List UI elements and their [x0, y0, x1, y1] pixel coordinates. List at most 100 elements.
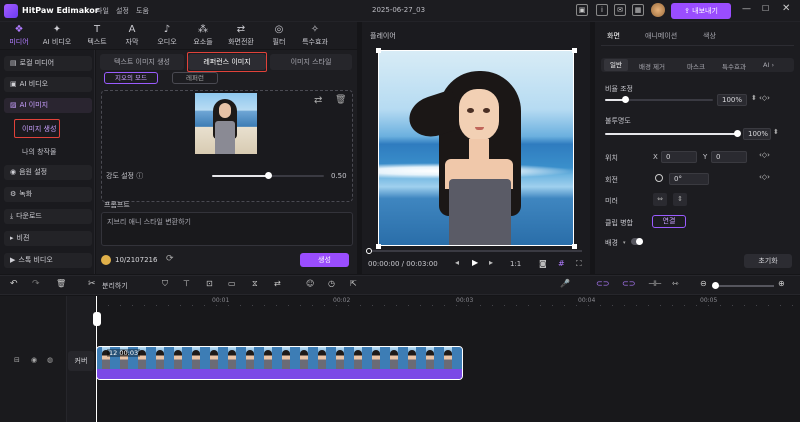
rotate-field[interactable]: 0°	[669, 173, 709, 185]
stepper-icon[interactable]: ⬍	[773, 128, 779, 136]
preview-progress-knob[interactable]	[366, 248, 372, 254]
menu-file[interactable]: 파일	[96, 6, 109, 16]
tool-elements[interactable]: ⁂ 요소들	[186, 22, 220, 49]
shield-icon[interactable]: ⛉	[162, 279, 168, 289]
tab-screen[interactable]: 화면	[607, 31, 620, 41]
mail-icon[interactable]: ✉	[614, 4, 626, 16]
redo-icon[interactable]: ↷	[32, 279, 40, 289]
generate-button[interactable]: 생성	[300, 253, 349, 267]
reset-button[interactable]: 초기화	[744, 254, 792, 268]
text-tool-icon[interactable]: ⊤	[183, 279, 190, 288]
opacity-slider[interactable]	[605, 133, 737, 135]
avatar[interactable]	[651, 3, 665, 17]
mirror-icon[interactable]: ⧖	[252, 279, 258, 289]
prompt-input[interactable]: 지브리 애니 스타일 변환하기	[101, 212, 353, 246]
playhead-handle[interactable]	[93, 312, 101, 326]
tool-effects[interactable]: ✧ 특수효과	[298, 22, 332, 49]
tab-color[interactable]: 색상	[703, 31, 716, 41]
split-label[interactable]: 분리하기	[102, 281, 128, 291]
subtab-ai[interactable]: AI ›	[763, 61, 774, 69]
sidebar-item-ai-image[interactable]: ▨ AI 이미지	[4, 98, 92, 113]
mode-button[interactable]: 지오의 모드	[104, 72, 158, 84]
menu-help[interactable]: 도움	[136, 6, 149, 16]
reverse-icon[interactable]: ⇄	[274, 279, 281, 288]
sidebar-item-stock-video[interactable]: ▶ 스톡 비디오	[4, 253, 92, 268]
keyframe-icon[interactable]: ‹◇›	[759, 173, 770, 181]
resize-handle[interactable]	[376, 48, 381, 53]
crop-icon[interactable]: ⊡	[206, 279, 213, 288]
sidebar-item-local-media[interactable]: ▤ 로컬 미디어	[4, 56, 92, 71]
fit-icon[interactable]: ⇿	[672, 279, 679, 288]
tab-image-style[interactable]: 이미지 스타일	[270, 54, 352, 70]
blend-connect-button[interactable]: 연결	[652, 215, 686, 228]
info-icon[interactable]: i	[596, 4, 608, 16]
opacity-slider-knob[interactable]	[734, 130, 741, 137]
mute-icon[interactable]: ◍	[47, 356, 53, 364]
reference-button[interactable]: 레퍼런	[172, 72, 218, 84]
flip-vertical-icon[interactable]: ⇕	[673, 193, 687, 206]
save-icon[interactable]: ▣	[576, 4, 588, 16]
cover-button[interactable]: 커버	[68, 351, 94, 371]
scale-slider-knob[interactable]	[622, 96, 629, 103]
undo-icon[interactable]: ↶	[10, 279, 18, 289]
export-button[interactable]: ⇪ 내보내기	[671, 3, 731, 19]
reference-drop-area[interactable]: ⇄ 🗑	[101, 90, 353, 202]
lock-icon[interactable]: ⊟	[14, 356, 20, 364]
sidebar-item-download[interactable]: ⤓ 다운로드	[4, 209, 92, 224]
video-clip[interactable]: 12 00:03	[96, 346, 463, 380]
swap-icon[interactable]: ⇄	[314, 95, 322, 106]
refresh-icon[interactable]: ⟳	[166, 254, 174, 264]
grid-icon[interactable]: #	[558, 259, 565, 268]
scale-value-field[interactable]: 100%	[717, 94, 747, 106]
tool-audio[interactable]: ♪ 오디오	[150, 22, 184, 49]
tool-filter[interactable]: ◎ 필터	[262, 22, 296, 49]
tool-media[interactable]: ❖ 미디어	[2, 22, 36, 49]
subtab-bg-remove[interactable]: 배경 제거	[639, 61, 665, 71]
resize-handle[interactable]	[376, 244, 381, 249]
stepper-icon[interactable]: ⬍	[751, 94, 757, 102]
sidebar-item-record[interactable]: ⚙ 녹화	[4, 187, 92, 202]
prev-frame-icon[interactable]: ◂	[455, 258, 459, 267]
aspect-ratio[interactable]: 1:1	[510, 260, 521, 268]
minimize-icon[interactable]: —	[742, 4, 751, 14]
eye-icon[interactable]: ◉	[31, 356, 37, 364]
split-track-icon[interactable]: ⊣⊢	[648, 279, 662, 288]
fullscreen-icon[interactable]: ⛶	[576, 259, 582, 269]
next-frame-icon[interactable]: ▸	[489, 258, 493, 267]
subtab-general[interactable]: 일반	[604, 59, 628, 71]
person-icon[interactable]: ☺	[306, 279, 314, 288]
sidebar-item-vision[interactable]: ▸ 비젼	[4, 231, 92, 246]
sidebar-item-ai-video[interactable]: ▣ AI 비디오	[4, 77, 92, 92]
scissors-icon[interactable]: ✂	[88, 279, 96, 289]
zoom-slider[interactable]	[712, 285, 774, 287]
link-icon[interactable]: ⊂⊃	[596, 279, 609, 288]
position-x-field[interactable]: 0	[661, 151, 697, 163]
tool-subtitle[interactable]: A 자막	[115, 22, 149, 49]
zoom-slider-knob[interactable]	[712, 282, 719, 289]
export-clip-icon[interactable]: ⇱	[350, 279, 357, 288]
play-icon[interactable]: ▶	[472, 258, 478, 267]
sidebar-item-audio[interactable]: ◉ 음원 설정	[4, 165, 92, 180]
zoom-in-icon[interactable]: ⊕	[778, 279, 785, 288]
tool-transition[interactable]: ⇄ 화면전환	[224, 22, 258, 49]
sidebar-item-image-generate[interactable]: 이미지 생성	[22, 124, 56, 134]
trash-icon[interactable]: 🗑	[335, 95, 346, 105]
keyframe-icon[interactable]: ‹◇›	[759, 94, 770, 102]
preview-canvas[interactable]	[378, 50, 574, 246]
magnet-icon[interactable]: ⊂⊃	[622, 279, 635, 288]
sidebar-item-my-creations[interactable]: 나의 창작물	[22, 147, 56, 157]
tab-text-to-image[interactable]: 텍스트 이미지 생성	[100, 54, 184, 70]
opacity-value-field[interactable]: 100%	[743, 128, 771, 140]
speed-icon[interactable]: ◷	[328, 279, 335, 288]
tab-animation[interactable]: 애니메이션	[645, 31, 677, 41]
image-icon[interactable]: ▦	[632, 4, 644, 16]
zoom-out-icon[interactable]: ⊖	[700, 279, 707, 288]
tool-text[interactable]: T 텍스트	[80, 22, 114, 49]
resize-handle[interactable]	[572, 48, 577, 53]
close-icon[interactable]: ✕	[782, 3, 790, 14]
keyframe-icon[interactable]: ‹◇›	[759, 151, 770, 159]
rotate-dial-icon[interactable]	[655, 174, 663, 182]
subtab-effects[interactable]: 특수효과	[722, 61, 746, 71]
freeze-icon[interactable]: ▭	[228, 279, 236, 288]
flip-horizontal-icon[interactable]: ⇔	[653, 193, 667, 206]
